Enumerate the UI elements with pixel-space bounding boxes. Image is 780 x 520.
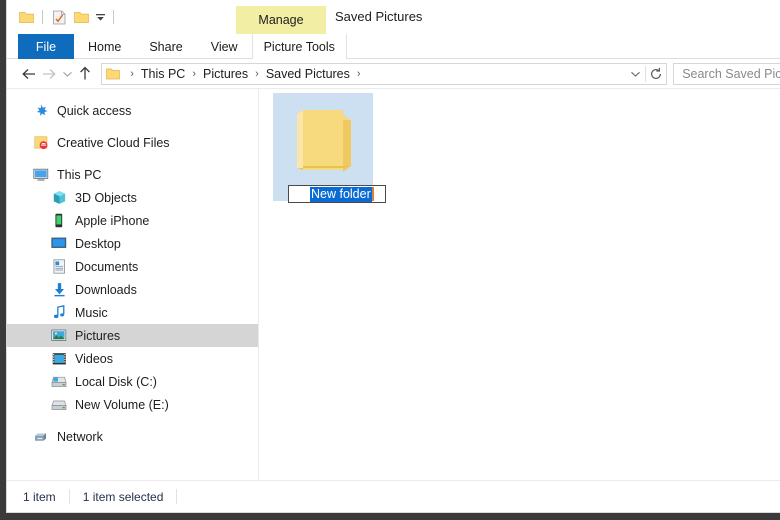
address-folder-icon [106,68,124,80]
sidebar-item-network[interactable]: Network [7,425,258,448]
search-placeholder: Search Saved Pictures [682,66,780,81]
sidebar-item-new-volume-e[interactable]: New Volume (E:) [7,393,258,416]
sidebar-item-quick-access[interactable]: Quick access [7,99,258,122]
qat-separator-2 [113,10,114,24]
address-bar-row: › This PC › Pictures › Saved Pictures › [7,59,780,89]
breadcrumb-separator[interactable]: › [186,68,202,80]
tab-view[interactable]: View [197,34,252,59]
sidebar-item-label: Desktop [75,236,121,251]
sidebar-item-label: Apple iPhone [75,213,150,228]
local-disk-icon [51,374,67,390]
documents-icon [51,259,67,275]
phone-icon [51,213,67,229]
window-title: Saved Pictures [335,9,423,24]
address-bar[interactable]: › This PC › Pictures › Saved Pictures › [101,62,668,85]
videos-icon [51,351,67,367]
sidebar-item-pictures[interactable]: Pictures [7,324,258,347]
file-explorer-window: Manage Saved Pictures File Home Share Vi… [6,0,780,513]
sidebar-item-label: Pictures [75,328,121,343]
cube-icon [51,190,67,206]
up-button[interactable] [75,62,95,86]
sidebar-item-documents[interactable]: Documents [7,255,258,278]
search-input[interactable]: Search Saved Pictures [673,62,780,85]
sidebar-item-label: Creative Cloud Files [57,135,170,150]
sidebar-item-3d-objects[interactable]: 3D Objects [7,186,258,209]
sidebar-item-label: New Volume (E:) [75,397,169,412]
tab-picture-tools[interactable]: Picture Tools [251,34,347,59]
sidebar-item-label: Music [75,305,108,320]
status-bar: 1 item 1 item selected [7,480,780,512]
folder-icon [289,102,357,178]
music-note-icon [51,305,67,321]
breadcrumb-saved-pictures[interactable]: Saved Pictures [265,67,351,81]
file-list-pane[interactable]: New folder [259,89,780,480]
status-item-count: 1 item [23,489,56,504]
breadcrumb-separator[interactable]: › [249,68,265,80]
desktop-icon [51,236,67,252]
sidebar-item-desktop[interactable]: Desktop [7,232,258,255]
screen: Manage Saved Pictures File Home Share Vi… [0,0,780,520]
address-chevron-down-icon[interactable] [625,64,645,84]
status-separator [176,489,178,504]
title-bar: Manage Saved Pictures [7,0,780,34]
new-folder-icon[interactable] [70,6,92,28]
download-icon [51,282,67,298]
contextual-tab-group-label: Manage [258,13,304,27]
rename-input[interactable]: New folder [288,185,386,203]
drive-icon [51,397,67,413]
properties-icon[interactable] [48,6,70,28]
explorer-body: Quick access Creative Cloud Files This P… [7,89,780,480]
sidebar-item-music[interactable]: Music [7,301,258,324]
sidebar-item-label: Documents [75,259,139,274]
sidebar-item-this-pc[interactable]: This PC [7,163,258,186]
sidebar-item-label: Quick access [57,103,132,118]
rename-input-value: New folder [310,186,372,202]
tab-file[interactable]: File [18,34,74,59]
breadcrumb-separator[interactable]: › [124,68,140,80]
breadcrumb-this-pc[interactable]: This PC [140,67,186,81]
file-item-new-folder[interactable]: New folder [273,93,386,203]
quick-access-toolbar [7,0,119,34]
navigation-pane: Quick access Creative Cloud Files This P… [7,89,259,480]
status-separator [68,489,70,504]
status-selection-count: 1 item selected [82,489,164,504]
back-button[interactable] [19,62,39,86]
refresh-icon[interactable] [646,64,666,84]
forward-button[interactable] [39,62,59,86]
text-cursor [371,187,374,201]
pictures-icon [51,328,67,344]
tab-home[interactable]: Home [74,34,135,59]
sidebar-item-videos[interactable]: Videos [7,347,258,370]
breadcrumb-separator[interactable]: › [351,68,367,80]
sidebar-item-apple-iphone[interactable]: Apple iPhone [7,209,258,232]
sidebar-item-downloads[interactable]: Downloads [7,278,258,301]
star-icon [33,103,49,119]
creative-cloud-icon [33,135,49,151]
address-bar-controls [625,64,666,84]
sidebar-item-local-disk-c[interactable]: Local Disk (C:) [7,370,258,393]
qat-separator-1 [42,10,43,24]
sidebar-item-label: This PC [57,167,102,182]
breadcrumb-pictures[interactable]: Pictures [202,67,249,81]
monitor-icon [33,167,49,183]
explorer-folder-icon[interactable] [15,6,37,28]
sidebar-item-label: Downloads [75,282,137,297]
contextual-tab-group-header: Manage [236,6,326,34]
sidebar-item-label: Local Disk (C:) [75,374,157,389]
ribbon-tab-strip: File Home Share View Picture Tools [7,34,780,59]
sidebar-item-label: 3D Objects [75,190,137,205]
sidebar-item-creative-cloud-files[interactable]: Creative Cloud Files [7,131,258,154]
recent-locations-chevron-down-icon[interactable] [59,62,75,86]
chevron-down-icon[interactable] [92,6,108,28]
sidebar-item-label: Network [57,429,103,444]
network-icon [33,429,49,445]
tab-share[interactable]: Share [135,34,196,59]
sidebar-item-label: Videos [75,351,113,366]
